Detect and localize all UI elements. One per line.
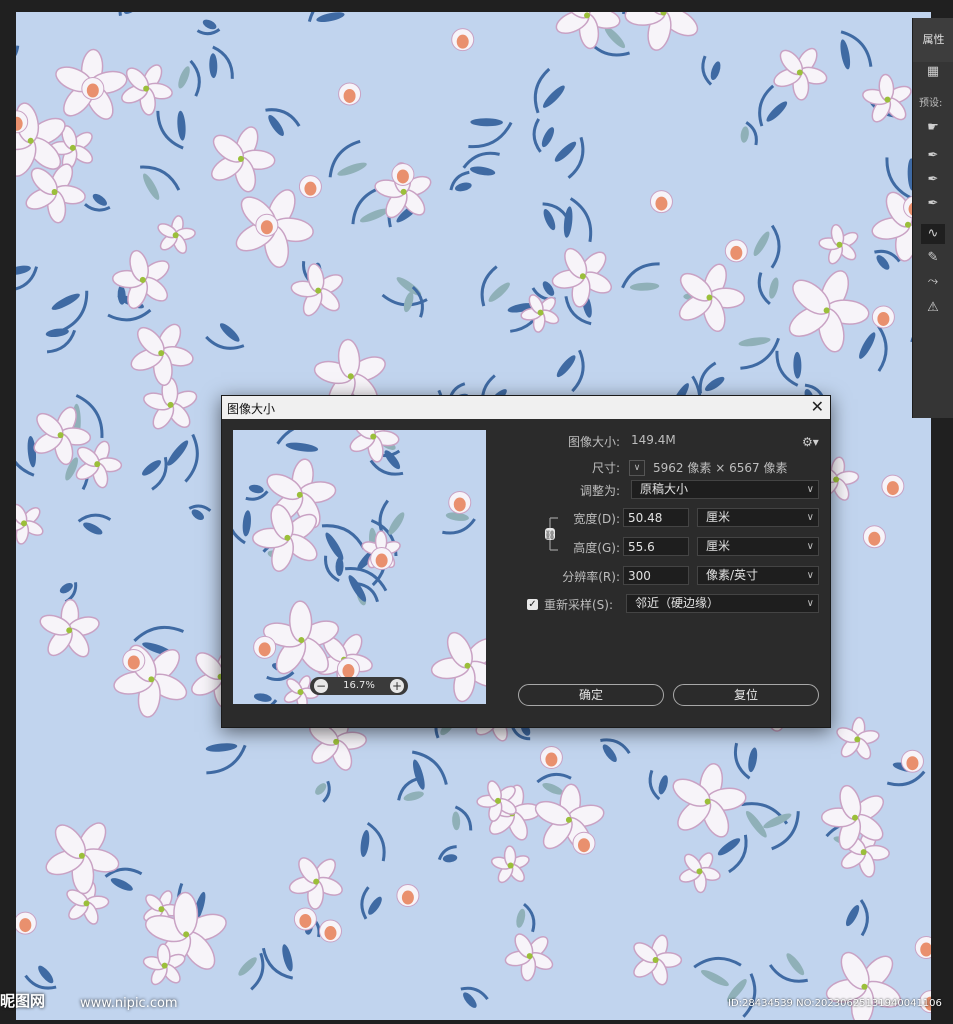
image-size-label: 图像大小: [567, 435, 620, 449]
dialog-title: 图像大小 [227, 402, 276, 416]
gear-icon[interactable]: ⚙▾ [802, 435, 819, 449]
zoom-value: 16.7% [343, 680, 375, 691]
pencil-icon[interactable]: ✎ [921, 248, 945, 268]
eyedropper-white-icon[interactable]: ✒ [921, 194, 945, 214]
preset-label: 预设: [919, 98, 943, 109]
chevron-down-icon: ∨ [806, 512, 814, 523]
dim-unit: 像素 [687, 461, 712, 475]
image-size-value: 149.4M [631, 433, 676, 447]
dimensions-value: 5962 像素 × 6567 像素 [653, 459, 788, 476]
fit-to-label: 调整为: [579, 484, 620, 498]
dim-width: 5962 [653, 461, 684, 475]
reset-button[interactable]: 复位 [673, 684, 819, 706]
ok-button[interactable]: 确定 [518, 684, 664, 706]
resolution-label: 分辨率(R): [562, 570, 620, 584]
eyedropper-gray-icon[interactable]: ✒ [921, 170, 945, 190]
dim-height: 6567 [729, 461, 760, 475]
dimensions-label: 尺寸: [591, 461, 620, 475]
resample-value: 邻近（硬边缘） [635, 596, 720, 610]
resample-select[interactable]: 邻近（硬边缘） ∨ [626, 594, 819, 613]
zoom-in-icon[interactable]: + [390, 679, 404, 693]
properties-tab[interactable]: 属性 [913, 18, 953, 62]
dim-unit: 像素 [763, 461, 788, 475]
smooth-icon[interactable]: ⤳ [921, 272, 945, 292]
height-unit-value: 厘米 [706, 539, 731, 553]
resolution-input[interactable]: 300 [623, 566, 689, 585]
width-unit-value: 厘米 [706, 510, 731, 524]
preview-artwork [233, 430, 486, 704]
dim-times: × [715, 461, 726, 475]
clipping-warning-icon[interactable]: ⚠ [921, 298, 945, 318]
zoom-control: − 16.7% + [310, 677, 408, 695]
chevron-down-icon: ∨ [806, 484, 814, 495]
chevron-down-icon: ∨ [806, 598, 814, 609]
dialog-title-bar[interactable]: 图像大小 ✕ [222, 396, 830, 419]
resolution-unit-select[interactable]: 像素/英寸 ∨ [697, 566, 819, 585]
eyedropper-black-icon[interactable]: ✒ [921, 146, 945, 166]
close-icon[interactable]: ✕ [811, 397, 824, 416]
width-label: 宽度(D): [573, 512, 620, 526]
fit-to-value: 原稿大小 [640, 482, 689, 496]
chevron-down-icon: ∨ [806, 570, 814, 581]
height-unit-select[interactable]: 厘米 ∨ [697, 537, 819, 556]
resample-checkbox[interactable]: ✓ [527, 599, 538, 610]
hand-icon[interactable]: ☛ [921, 118, 945, 138]
fit-to-select[interactable]: 原稿大小 ∨ [631, 480, 819, 499]
zoom-out-icon[interactable]: − [314, 679, 328, 693]
height-label: 高度(G): [573, 541, 620, 555]
curve-icon[interactable]: ∿ [921, 224, 945, 244]
height-input[interactable]: 55.6 [623, 537, 689, 556]
watermark-logo: 昵图网 [0, 992, 46, 1010]
width-unit-select[interactable]: 厘米 ∨ [697, 508, 819, 527]
properties-panel: 属性 ▦ 预设: ☛ ✒ ✒ ✒ ∿ ✎ ⤳ ⚠ [912, 18, 953, 418]
resample-label: 重新采样(S): [544, 598, 614, 612]
resolution-unit-value: 像素/英寸 [706, 568, 759, 582]
width-input[interactable]: 50.48 [623, 508, 689, 527]
chevron-down-icon[interactable]: ∨ [629, 460, 645, 476]
image-preview[interactable]: − 16.7% + [233, 430, 486, 704]
chevron-down-icon: ∨ [806, 541, 814, 552]
image-id: ID:28434539 NO:20230625131940041106 [728, 998, 942, 1009]
watermark-url: www.nipic.com [80, 996, 178, 1011]
image-size-dialog: 图像大小 ✕ − 16.7% + 图像大小: 149.4M ⚙▾ 尺寸: ∨ 5… [221, 395, 831, 728]
grid-icon[interactable]: ▦ [921, 62, 945, 82]
